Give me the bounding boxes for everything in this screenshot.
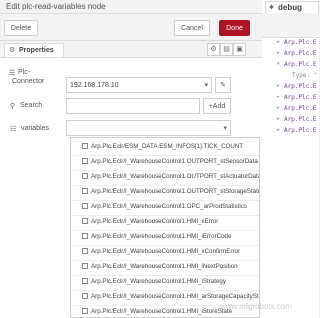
add-button[interactable]: +Add (203, 98, 231, 114)
checkbox[interactable] (82, 248, 88, 254)
checkbox[interactable] (82, 203, 88, 209)
debug-type: Type: " (292, 72, 318, 79)
delete-button[interactable]: Delete (4, 20, 38, 36)
checkbox[interactable] (82, 218, 88, 224)
chevron-right-icon[interactable]: ▸ (277, 104, 280, 113)
checkbox[interactable] (82, 188, 88, 194)
debug-message[interactable]: Arp.Plc.E (284, 38, 317, 47)
debug-message[interactable]: Arp.Plc.E (284, 93, 317, 102)
properties-label: Properties (19, 47, 54, 54)
chevron-right-icon[interactable]: ▸ (277, 93, 280, 102)
checkbox[interactable] (82, 263, 88, 269)
checkbox[interactable] (82, 233, 88, 239)
chevron-right-icon[interactable]: ▸ (277, 38, 280, 47)
chevron-right-icon[interactable]: ▸ (277, 82, 280, 91)
debug-tab-label: debug (278, 3, 302, 12)
checkbox[interactable] (82, 158, 88, 164)
chevron-right-icon[interactable]: ▸ (277, 115, 280, 124)
watermark: www.mfgrobots.com (220, 302, 293, 311)
chevron-down-icon: ▾ (204, 82, 208, 89)
search-label: Search (20, 102, 43, 109)
debug-message[interactable]: Arp.Plc.E (284, 82, 317, 91)
editor-title: Edit plc-read-variables node (6, 2, 106, 11)
editor-toolbar: Delete Cancel Done (0, 14, 262, 41)
checkbox[interactable] (82, 143, 88, 149)
chevron-right-icon[interactable]: ▸ (277, 49, 280, 58)
variables-select[interactable]: ▾ (66, 120, 231, 136)
chevron-down-icon[interactable]: ▾ (277, 60, 280, 69)
variables-label: variables (21, 125, 50, 132)
debug-message[interactable]: Arp.Plc.E (284, 49, 317, 58)
debug-message[interactable]: Arp.Plc.E (284, 115, 317, 124)
debug-toolbar (262, 13, 319, 38)
chevron-right-icon[interactable]: ▸ (277, 126, 280, 135)
checkbox[interactable] (82, 173, 88, 179)
chevron-down-icon: ▾ (223, 125, 227, 132)
settings-icon[interactable]: ⚙ (207, 43, 220, 56)
pencil-icon: ✎ (220, 82, 226, 89)
checkbox[interactable] (82, 293, 88, 299)
properties-bar: ⚙ Properties ⚙ ▤ ▣ (0, 41, 262, 58)
edit-node-panel: Edit plc-read-variables node Delete Canc… (0, 0, 263, 318)
tab-properties[interactable]: ⚙ Properties (4, 43, 64, 57)
connector-select[interactable]: 192.168.178.10 ▾ (66, 77, 212, 93)
edit-connector-button[interactable]: ✎ (215, 77, 231, 93)
tab-debug[interactable]: ✱ debug (265, 1, 319, 13)
variables-dropdown[interactable]: Arp.Plc.Eclr/ESM_DATA.ESM_INFOS[1].TICK_… (70, 137, 260, 318)
debug-message[interactable]: Arp.Plc.E (284, 126, 317, 135)
cancel-button[interactable]: Cancel (174, 20, 210, 36)
search-icon: ⚲ (10, 103, 16, 110)
connector-label-line2: Connector (12, 78, 45, 85)
checkbox[interactable] (82, 308, 88, 314)
list-icon: ☷ (10, 126, 17, 133)
editor-title-bar: Edit plc-read-variables node (0, 0, 262, 14)
bug-icon: ✱ (269, 5, 275, 11)
connector-value: 192.168.178.10 (70, 82, 119, 89)
connector-label-line1: Plc- (18, 69, 31, 76)
done-button[interactable]: Done (219, 20, 250, 36)
description-icon[interactable]: ▤ (220, 43, 233, 56)
gear-icon: ⚙ (9, 47, 16, 54)
connector-icon: ☰ (9, 70, 16, 77)
debug-message[interactable]: Arp.Plc.E (284, 104, 317, 113)
search-input[interactable] (66, 98, 200, 114)
checkbox[interactable] (82, 278, 88, 284)
appearance-icon[interactable]: ▣ (233, 43, 246, 56)
debug-message[interactable]: Arp.Plc.E (284, 60, 317, 69)
debug-sidebar: ✱ debug ▸ Arp.Plc.E ▸ Arp.Plc.E ▾ Arp.Pl… (262, 0, 319, 318)
